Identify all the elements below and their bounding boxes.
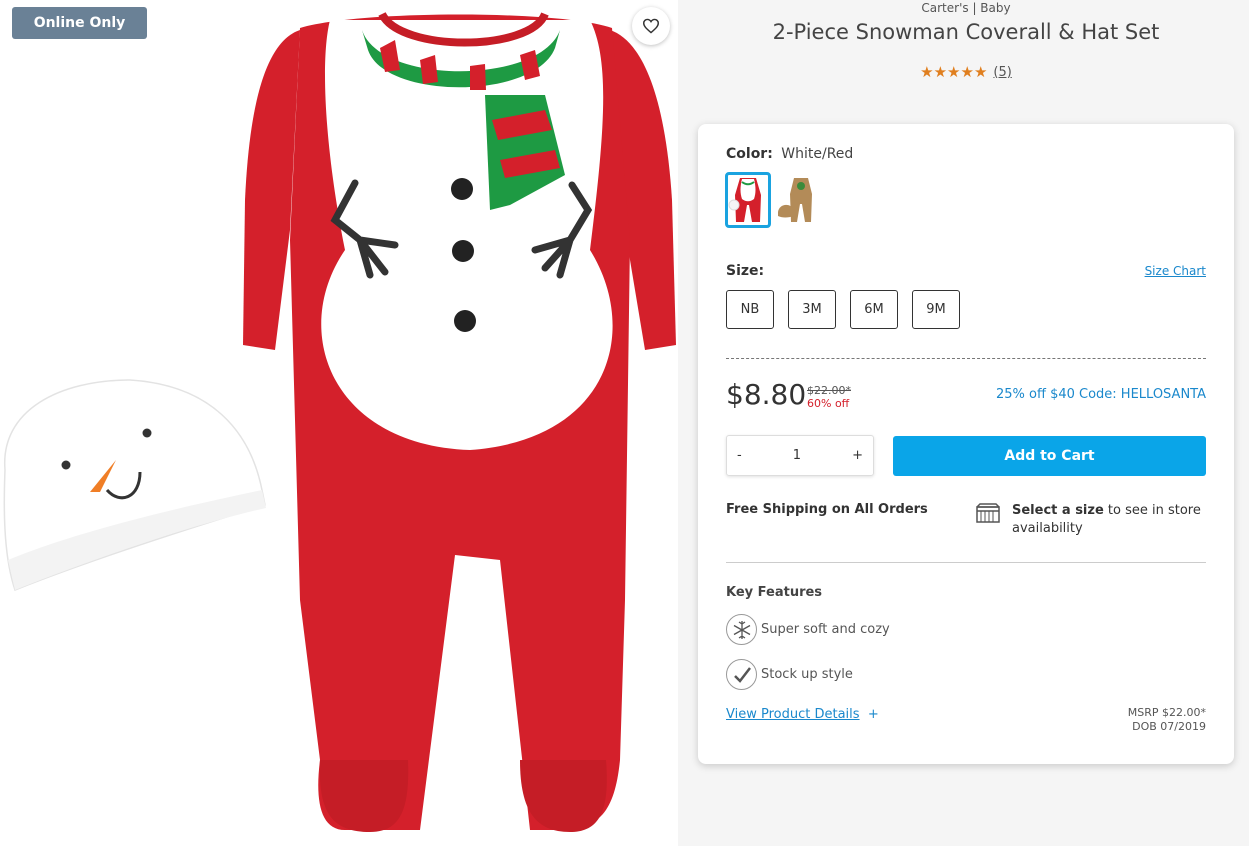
feature-label: Super soft and cozy (761, 622, 890, 637)
brand-breadcrumb[interactable]: Carter's | Baby (698, 1, 1234, 15)
feature-item: Super soft and cozy (726, 614, 890, 645)
rating-row[interactable]: ★★★★★ (5) (698, 63, 1234, 81)
quantity-increment-button[interactable]: + (852, 448, 863, 463)
view-product-details-link[interactable]: View Product Details + (726, 707, 879, 722)
purchase-card: Color: White/Red Size: Size Chart NB 3M … (698, 124, 1234, 764)
size-option-9m[interactable]: 9M (912, 290, 960, 329)
quantity-decrement-button[interactable]: - (737, 448, 742, 463)
store-icon (976, 503, 1000, 527)
msrp-info: MSRP $22.00* DOB 07/2019 (1128, 706, 1206, 734)
coverall-image (243, 11, 676, 832)
snowflake-icon (726, 614, 757, 645)
size-option-3m[interactable]: 3M (788, 290, 836, 329)
product-title: 2-Piece Snowman Coverall & Hat Set (772, 20, 1160, 44)
heart-icon (642, 18, 660, 34)
store-availability[interactable]: Select a size to see in store availabili… (1012, 502, 1212, 538)
promo-code-link[interactable]: 25% off $40 Code: HELLOSANTA (996, 387, 1206, 402)
star-rating-icon: ★★★★★ (920, 63, 988, 81)
checkmark-icon (726, 659, 757, 690)
product-image-panel: Online Only (0, 0, 678, 846)
feature-label: Stock up style (761, 667, 853, 682)
size-label: Size: (726, 263, 765, 279)
size-options: NB 3M 6M 9M (726, 290, 960, 329)
wishlist-button[interactable] (632, 7, 670, 45)
divider (726, 358, 1206, 359)
sale-price: $8.80 (726, 378, 807, 411)
color-swatch-brown[interactable] (776, 172, 822, 228)
hat-image (3, 379, 266, 591)
feature-item: Stock up style (726, 659, 853, 690)
size-chart-link[interactable]: Size Chart (1145, 264, 1206, 278)
review-count-link[interactable]: (5) (993, 65, 1011, 80)
dob-value: DOB 07/2019 (1132, 720, 1206, 733)
divider (726, 562, 1206, 563)
select-size-prompt: Select a size (1012, 503, 1104, 518)
color-selector-label: Color: White/Red (726, 146, 853, 162)
free-shipping-text: Free Shipping on All Orders (726, 502, 928, 517)
color-label: Color: (726, 146, 773, 162)
add-to-cart-button[interactable]: Add to Cart (893, 436, 1206, 476)
discount-percent: 60% off (807, 397, 850, 410)
msrp-value: MSRP $22.00* (1127, 706, 1206, 719)
key-features-heading: Key Features (726, 585, 823, 600)
size-option-6m[interactable]: 6M (850, 290, 898, 329)
color-value: White/Red (781, 146, 854, 162)
plus-icon: + (867, 707, 879, 722)
product-image (3, 11, 676, 832)
original-price: $22.00* (807, 384, 851, 397)
online-only-badge: Online Only (12, 7, 147, 39)
quantity-input[interactable]: 1 (793, 448, 801, 463)
quantity-stepper: - 1 + (726, 435, 874, 476)
size-option-nb[interactable]: NB (726, 290, 774, 329)
details-link-text: View Product Details (726, 707, 860, 722)
color-swatch-white-red[interactable] (725, 172, 771, 228)
